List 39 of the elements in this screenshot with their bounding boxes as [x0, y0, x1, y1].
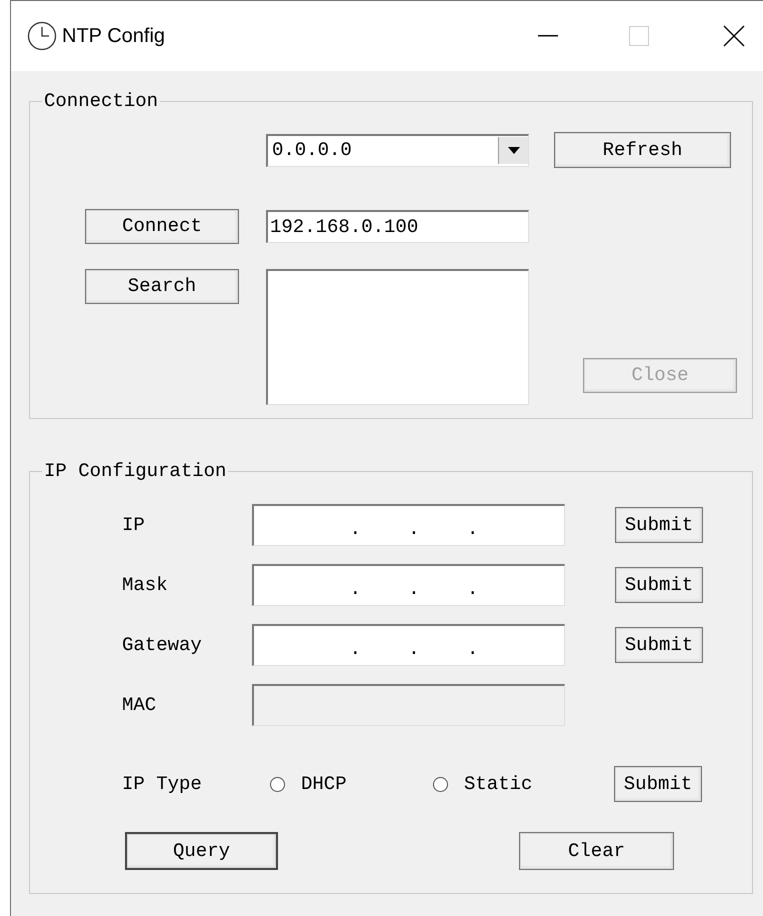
device-dropdown[interactable]: 0.0.0.0: [266, 134, 529, 166]
separator-dot: .: [466, 520, 478, 539]
caret-icon: [508, 147, 520, 154]
dropdown-value: 0.0.0.0: [271, 141, 352, 160]
connect-button[interactable]: Connect: [85, 209, 239, 244]
input-field[interactable]: . . .: [252, 504, 565, 546]
field-label: Mask: [122, 572, 169, 598]
list-box[interactable]: [266, 269, 529, 405]
minimize-icon[interactable]: [538, 35, 558, 37]
input-field[interactable]: . . .: [252, 564, 565, 606]
separator-dot: .: [408, 520, 420, 539]
search-button[interactable]: Search: [85, 269, 239, 304]
close-icon[interactable]: [723, 25, 745, 47]
clock-icon: [27, 21, 57, 51]
field-label: MAC: [122, 692, 158, 718]
radio-button[interactable]: [433, 776, 448, 792]
submit-button[interactable]: Submit: [615, 567, 703, 603]
submit-button[interactable]: Submit: [614, 766, 702, 802]
separator-dot: .: [408, 640, 420, 659]
refresh-button[interactable]: Refresh: [554, 132, 731, 168]
window-title: NTP Config: [62, 24, 166, 49]
input-field[interactable]: . . .: [252, 624, 565, 666]
separator-dot: .: [466, 580, 478, 599]
radio-label[interactable]: Static: [464, 770, 532, 798]
field-label: IP Type: [122, 772, 203, 797]
separator-dot: .: [466, 640, 478, 659]
separator-dot: .: [350, 580, 362, 599]
address-field[interactable]: 192.168.0.100: [266, 210, 529, 243]
field-label: IP: [122, 512, 146, 538]
field-label: Gateway: [122, 632, 203, 658]
clear-button[interactable]: Clear: [519, 832, 674, 870]
radio-label[interactable]: DHCP: [301, 770, 413, 798]
separator-dot: .: [350, 640, 362, 659]
submit-button[interactable]: Submit: [615, 507, 703, 543]
query-button[interactable]: Query: [125, 832, 278, 870]
separator-dot: .: [408, 580, 420, 599]
radio-button[interactable]: [270, 776, 285, 792]
separator-dot: .: [350, 520, 362, 539]
submit-button[interactable]: Submit: [615, 627, 703, 663]
